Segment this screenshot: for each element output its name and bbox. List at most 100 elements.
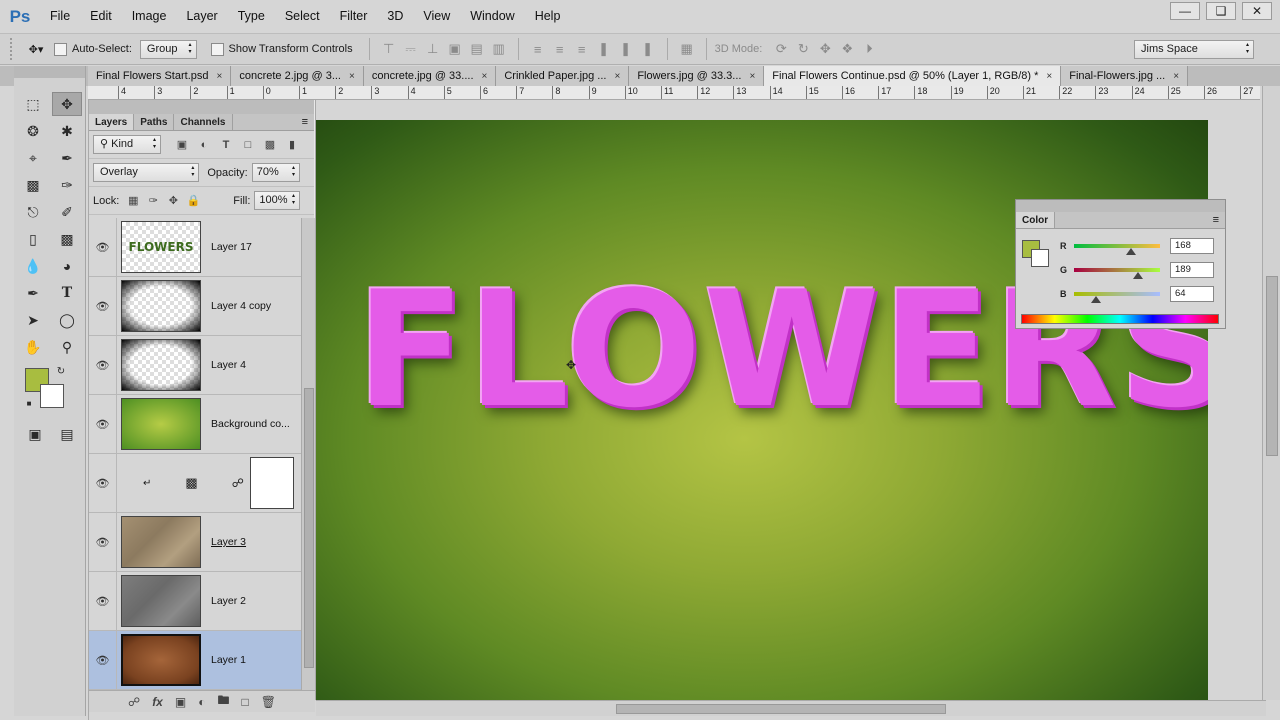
align-hcenter-icon[interactable]: ▤ xyxy=(468,40,486,58)
close-tab-icon[interactable]: × xyxy=(749,71,755,82)
layer-row[interactable]: 👁 Layer 3 xyxy=(89,512,301,572)
layer-row[interactable]: 👁 Layer 4 copy xyxy=(89,276,301,336)
horizontal-scrollbar-thumb[interactable] xyxy=(616,704,946,714)
clone-stamp-tool-icon[interactable]: ⎋ xyxy=(18,200,48,224)
tools-panel-header[interactable] xyxy=(14,66,85,78)
delete-layer-icon[interactable]: 🗑 xyxy=(261,695,276,709)
menu-edit[interactable]: Edit xyxy=(80,0,122,33)
close-icon[interactable]: ✕ xyxy=(1242,2,1272,20)
crop-tool-icon[interactable]: ⌖ xyxy=(18,146,48,170)
distribute-bottom-icon[interactable]: ≡ xyxy=(573,40,591,58)
doc-tab-active[interactable]: Final Flowers Continue.psd @ 50% (Layer … xyxy=(764,66,1062,86)
eraser-tool-icon[interactable]: ▯ xyxy=(18,227,48,251)
gradient-tool-icon[interactable]: ▩ xyxy=(52,227,82,251)
lock-position-icon[interactable]: ✥ xyxy=(165,192,181,210)
layer-row[interactable]: 👁 Background co... xyxy=(89,394,301,454)
3d-drag-icon[interactable]: ✥ xyxy=(816,40,834,58)
visibility-eye-icon[interactable]: 👁 xyxy=(89,359,116,372)
doc-tab[interactable]: Crinkled Paper.jpg ... × xyxy=(496,66,630,86)
layer-name[interactable]: Layer 1 xyxy=(211,654,246,666)
options-grip[interactable] xyxy=(10,38,18,60)
layers-panel-header[interactable] xyxy=(89,100,314,114)
blur-tool-icon[interactable]: 💧 xyxy=(18,254,48,278)
fx-icon[interactable]: fx xyxy=(152,695,163,709)
layer-row[interactable]: 👁 Layer 4 xyxy=(89,335,301,395)
visibility-eye-icon[interactable]: 👁 xyxy=(89,418,116,431)
close-tab-icon[interactable]: × xyxy=(1173,71,1179,82)
blue-value-input[interactable]: 64 xyxy=(1170,286,1214,302)
pen-tool-icon[interactable]: ✒ xyxy=(18,281,48,305)
doc-tab[interactable]: Final Flowers Start.psd × xyxy=(88,66,232,86)
align-top-icon[interactable]: ⊤ xyxy=(380,40,398,58)
layer-mask-thumbnail[interactable] xyxy=(249,457,294,509)
distribute-right-icon[interactable]: ❚ xyxy=(639,40,657,58)
doc-tab[interactable]: Flowers.jpg @ 33.3... × xyxy=(629,66,765,86)
distribute-hcenter-icon[interactable]: ❚ xyxy=(617,40,635,58)
new-layer-icon[interactable]: □ xyxy=(241,695,248,709)
distribute-vcenter-icon[interactable]: ≡ xyxy=(551,40,569,58)
3d-rotate-icon[interactable]: ⟳ xyxy=(772,40,790,58)
filter-adjustment-icon[interactable]: ◐ xyxy=(195,136,213,154)
restore-icon[interactable]: ❑ xyxy=(1206,2,1236,20)
fill-input[interactable]: 100% xyxy=(254,191,300,210)
doc-tab[interactable]: concrete.jpg @ 33.... × xyxy=(363,66,497,86)
layer-name[interactable]: Layer 2 xyxy=(211,595,246,607)
visibility-eye-icon[interactable]: 👁 xyxy=(89,536,116,549)
blue-slider[interactable] xyxy=(1074,292,1160,303)
default-colors-icon[interactable]: ■ xyxy=(22,396,36,410)
minimize-icon[interactable]: — xyxy=(1170,2,1200,20)
panel-menu-icon[interactable]: ≡ xyxy=(1055,212,1225,228)
layer-name[interactable]: Background co... xyxy=(211,418,290,430)
workspace-dropdown[interactable]: Jims Space xyxy=(1134,40,1254,59)
path-select-tool-icon[interactable]: ➤ xyxy=(18,308,48,332)
history-brush-tool-icon[interactable]: ✐ xyxy=(52,200,82,224)
vertical-scrollbar[interactable] xyxy=(1262,86,1280,700)
align-left-icon[interactable]: ▣ xyxy=(446,40,464,58)
screen-mode-icon[interactable]: ▤ xyxy=(52,422,82,446)
auto-select-dropdown[interactable]: Group xyxy=(139,39,197,59)
layer-row-selected[interactable]: 👁 Layer 1 xyxy=(89,630,301,690)
close-tab-icon[interactable]: × xyxy=(614,71,620,82)
layer-name[interactable]: Layer 4 xyxy=(211,359,246,371)
filter-toggle-icon[interactable]: ▮ xyxy=(283,136,301,154)
red-slider-knob[interactable] xyxy=(1125,248,1136,255)
menu-filter[interactable]: Filter xyxy=(330,0,378,33)
filter-pixel-icon[interactable]: ▣ xyxy=(173,136,191,154)
align-bottom-icon[interactable]: ⊥ xyxy=(424,40,442,58)
tab-layers[interactable]: Layers xyxy=(89,114,135,130)
distribute-top-icon[interactable]: ≡ xyxy=(529,40,547,58)
spot-healing-tool-icon[interactable]: ▩ xyxy=(18,173,48,197)
green-slider[interactable] xyxy=(1074,268,1160,279)
lock-image-icon[interactable]: ✑ xyxy=(145,192,161,210)
filter-shape-icon[interactable]: □ xyxy=(239,136,257,154)
layers-scrollbar[interactable] xyxy=(301,218,315,690)
filter-kind-dropdown[interactable]: ⚲ Kind xyxy=(93,135,161,154)
layer-row[interactable]: 👁 FLOWERS Layer 17 xyxy=(89,218,301,277)
adjustment-layer-icon[interactable]: ◐ xyxy=(198,695,205,709)
zoom-tool-icon[interactable]: ⚲ xyxy=(52,335,82,359)
link-layers-icon[interactable]: ☍ xyxy=(128,695,140,709)
visibility-eye-icon[interactable]: 👁 xyxy=(89,654,116,667)
filter-type-icon[interactable]: T xyxy=(217,136,235,154)
quick-select-tool-icon[interactable]: ✱ xyxy=(52,119,82,143)
ellipse-tool-icon[interactable]: ◯ xyxy=(52,308,82,332)
menu-help[interactable]: Help xyxy=(525,0,571,33)
tab-color[interactable]: Color xyxy=(1016,212,1056,228)
adjustment-layer-row[interactable]: 👁 ↵ ▩ ☍ xyxy=(89,453,301,513)
close-tab-icon[interactable]: × xyxy=(216,71,222,82)
visibility-eye-icon[interactable]: 👁 xyxy=(89,300,116,313)
brush-tool-icon[interactable]: ✑ xyxy=(52,173,82,197)
swap-colors-icon[interactable]: ↻ xyxy=(52,362,70,380)
menu-layer[interactable]: Layer xyxy=(176,0,227,33)
lasso-tool-icon[interactable]: ❂ xyxy=(18,119,48,143)
menu-type[interactable]: Type xyxy=(228,0,275,33)
blend-mode-dropdown[interactable]: Overlay xyxy=(93,163,200,182)
doc-tab[interactable]: concrete 2.jpg @ 3... × xyxy=(231,66,364,86)
align-right-icon[interactable]: ▥ xyxy=(490,40,508,58)
move-tool-preset-icon[interactable]: ✥▾ xyxy=(18,38,54,60)
visibility-eye-icon[interactable]: 👁 xyxy=(89,241,116,254)
blue-slider-knob[interactable] xyxy=(1090,296,1101,303)
green-value-input[interactable]: 189 xyxy=(1170,262,1214,278)
show-transform-checkbox[interactable] xyxy=(210,42,224,56)
menu-view[interactable]: View xyxy=(413,0,460,33)
